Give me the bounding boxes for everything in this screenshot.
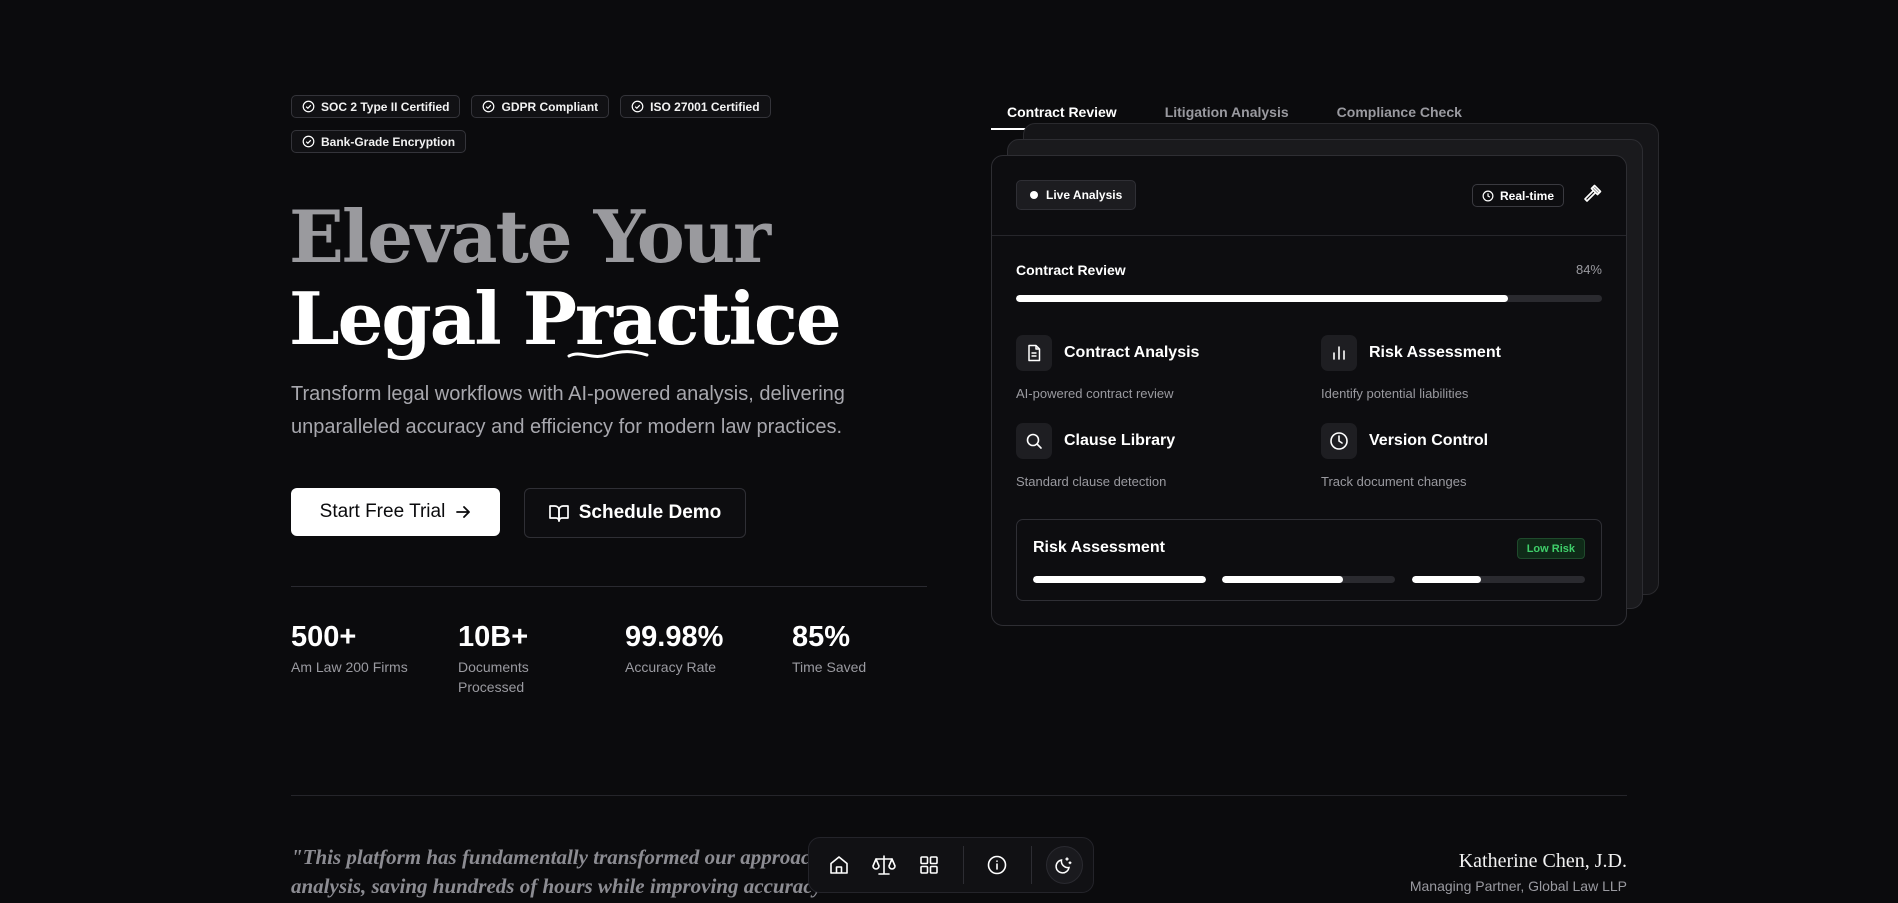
cert-label: SOC 2 Type II Certified [321, 99, 450, 114]
live-dot-icon [1030, 191, 1038, 199]
clock-icon [1482, 190, 1494, 201]
stat-value: 10B+ [458, 621, 529, 653]
certification-badges: SOC 2 Type II Certified GDPR Compliant I… [291, 95, 771, 153]
risk-bar [1222, 576, 1395, 583]
cert-badge: GDPR Compliant [471, 95, 610, 118]
home-icon[interactable] [819, 845, 858, 885]
start-free-trial-label: Start Free Trial [319, 501, 446, 522]
theme-toggle-icon[interactable] [1045, 846, 1083, 884]
feature-title: Clause Library [1064, 432, 1176, 449]
schedule-demo-label: Schedule Demo [578, 502, 722, 523]
progress-title: Contract Review [1016, 262, 1126, 278]
realtime-label: Real-time [1500, 188, 1555, 203]
cert-label: Bank-Grade Encryption [321, 134, 456, 149]
analysis-panel: Live Analysis Real-time Contract Review … [991, 155, 1627, 626]
stat-item: 85% Time Saved [792, 620, 922, 677]
low-risk-badge: Low Risk [1516, 538, 1585, 559]
check-circle-icon [483, 100, 495, 113]
stat-item: 99.98% Accuracy Rate [625, 620, 755, 677]
book-open-icon [548, 505, 569, 522]
cert-badge: Bank-Grade Encryption [291, 130, 467, 153]
dock-separator [962, 846, 964, 884]
feature-title: Risk Assessment [1369, 344, 1501, 361]
dock-separator [1030, 846, 1032, 884]
stat-label: Am Law 200 Firms [291, 659, 408, 675]
progress-percent: 84% [1575, 262, 1602, 277]
cert-badge: ISO 27001 Certified [620, 95, 771, 118]
clock-icon [1321, 423, 1357, 459]
feature-item: Clause Library Standard clause detection [1016, 423, 1306, 489]
risk-bar [1033, 576, 1206, 583]
grid-icon[interactable] [909, 845, 948, 885]
feature-desc: Track document changes [1321, 474, 1467, 489]
stat-value: 99.98% [625, 621, 724, 653]
stat-label: Accuracy Rate [625, 659, 717, 675]
headline-line-2-wrap: Legal Practice [289, 276, 842, 361]
testimonial-author: Katherine Chen, J.D. Managing Partner, G… [1410, 850, 1627, 894]
hero-headline: Elevate Your Legal Practice [289, 194, 842, 361]
arrow-right-icon [456, 506, 471, 518]
stat-value: 500+ [291, 621, 357, 653]
check-circle-icon [631, 100, 644, 113]
risk-bar-fill [1222, 576, 1344, 583]
progress-fill [1016, 295, 1509, 302]
info-icon[interactable] [978, 845, 1017, 885]
cert-label: ISO 27001 Certified [650, 99, 760, 114]
schedule-demo-button[interactable]: Schedule Demo [524, 488, 746, 538]
stat-item: 500+ Am Law 200 Firms [291, 620, 421, 677]
risk-assessment-card: Risk Assessment Low Risk [1016, 519, 1602, 601]
stat-label: Documents Processed [458, 659, 529, 695]
feature-desc: Standard clause detection [1016, 474, 1167, 489]
hero-subtitle: Transform legal workflows with AI-powere… [291, 383, 845, 438]
headline-line-2: Legal Practice [289, 276, 842, 361]
underline-squiggle [567, 350, 649, 358]
feature-title: Version Control [1369, 432, 1489, 449]
stat-item: 10B+ Documents Processed [458, 620, 548, 697]
risk-bar-fill [1033, 576, 1206, 583]
live-analysis-badge: Live Analysis [1016, 180, 1137, 210]
author-role: Managing Partner, Global Law LLP [1409, 878, 1627, 894]
progress-track [1016, 295, 1602, 302]
bar-chart-icon [1321, 335, 1357, 371]
cert-badge: SOC 2 Type II Certified [291, 95, 461, 118]
feature-desc: Identify potential liabilities [1321, 386, 1469, 401]
cert-label: GDPR Compliant [501, 99, 599, 114]
realtime-badge: Real-time [1472, 184, 1565, 207]
feature-item: Version Control Track document changes [1321, 423, 1611, 489]
bottom-dock [808, 837, 1094, 893]
stat-value: 85% [792, 621, 851, 653]
risk-bar-fill [1412, 576, 1482, 583]
panel-header: Live Analysis Real-time [992, 156, 1626, 236]
feature-item: Risk Assessment Identify potential liabi… [1321, 335, 1611, 401]
landing-page: SOC 2 Type II Certified GDPR Compliant I… [0, 0, 1898, 903]
hero-divider [291, 586, 927, 587]
feature-item: Contract Analysis AI-powered contract re… [1016, 335, 1306, 401]
live-analysis-label: Live Analysis [1046, 188, 1123, 202]
check-circle-icon [302, 100, 315, 113]
headline-line-1: Elevate Your [289, 194, 771, 279]
risk-title: Risk Assessment [1033, 539, 1165, 556]
author-name: Katherine Chen, J.D. [1458, 850, 1627, 872]
search-icon [1016, 423, 1052, 459]
start-free-trial-button[interactable]: Start Free Trial [291, 488, 500, 536]
scale-icon[interactable] [864, 845, 903, 885]
check-circle-icon [302, 135, 315, 148]
section-divider [291, 795, 1627, 796]
feature-desc: AI-powered contract review [1016, 386, 1174, 401]
gavel-icon[interactable] [1582, 184, 1602, 204]
risk-bar [1412, 576, 1585, 583]
document-icon [1016, 335, 1052, 371]
feature-title: Contract Analysis [1064, 344, 1200, 361]
stat-label: Time Saved [792, 659, 867, 675]
